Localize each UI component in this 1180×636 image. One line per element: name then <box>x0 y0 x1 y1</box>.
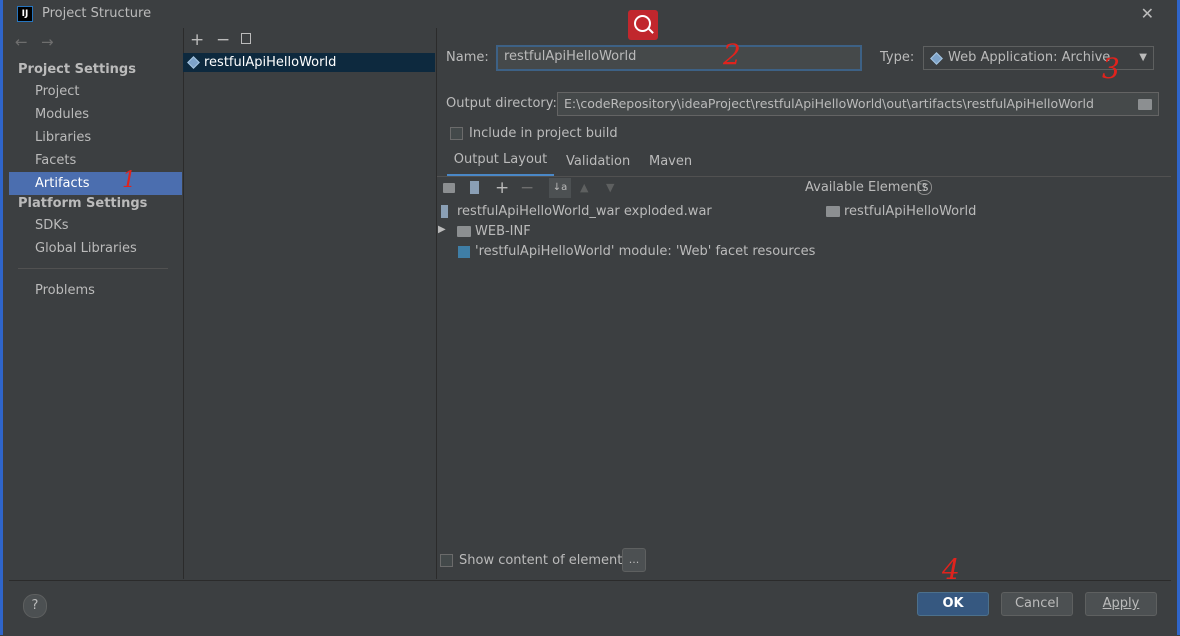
ellipsis-button[interactable]: ... <box>622 548 646 572</box>
layout-tree-item-facet-resources[interactable]: 'restfulApiHelloWorld' module: 'Web' fac… <box>475 244 815 259</box>
sidebar-item-facets[interactable]: Facets <box>35 153 76 168</box>
web-app-icon <box>930 52 943 65</box>
move-up-icon[interactable]: ▲ <box>580 181 588 194</box>
annotation-3: 3 <box>1102 52 1120 85</box>
new-directory-icon[interactable] <box>443 183 455 193</box>
dialog-footer <box>9 580 1171 636</box>
cancel-button[interactable]: Cancel <box>1001 592 1073 616</box>
annotation-4: 4 <box>942 553 960 586</box>
platform-settings-header: Platform Settings <box>18 196 148 211</box>
include-build-label: Include in project build <box>469 126 618 141</box>
sidebar-divider <box>18 268 168 269</box>
sidebar-item-project[interactable]: Project <box>35 84 79 99</box>
output-dir-input[interactable]: E:\codeRepository\ideaProject\restfulApi… <box>557 92 1159 116</box>
tabs-divider <box>437 176 1171 177</box>
available-item-module[interactable]: restfulApiHelloWorld <box>844 204 976 219</box>
module-folder-icon <box>826 206 840 217</box>
copy-icon[interactable] <box>241 33 251 44</box>
annotation-1: 1 <box>122 168 136 193</box>
help-icon[interactable]: ? <box>917 180 932 195</box>
tab-validation[interactable]: Validation <box>566 154 630 169</box>
project-settings-header: Project Settings <box>18 62 136 77</box>
sort-icon[interactable]: ↓a <box>549 178 571 198</box>
add-artifact-button[interactable]: + <box>190 30 204 50</box>
folder-browse-icon[interactable] <box>1138 99 1152 110</box>
search-icon[interactable] <box>628 10 658 40</box>
ok-button[interactable]: OK <box>917 592 989 616</box>
sidebar-item-global-libraries[interactable]: Global Libraries <box>35 241 137 256</box>
type-label: Type: <box>880 50 915 65</box>
annotation-2: 2 <box>723 38 741 71</box>
show-content-checkbox[interactable] <box>440 554 453 567</box>
web-resources-icon <box>458 246 470 258</box>
artifacts-panel <box>183 28 437 579</box>
sidebar-item-problems[interactable]: Problems <box>35 283 95 298</box>
chevron-down-icon: ▼ <box>1139 52 1147 63</box>
sidebar-item-sdks[interactable]: SDKs <box>35 218 69 233</box>
layout-tree-item-war[interactable]: restfulApiHelloWorld_war exploded.war <box>457 204 712 219</box>
add-element-button[interactable]: + <box>495 178 509 198</box>
layout-tree-item-web-inf[interactable]: WEB-INF <box>475 224 531 239</box>
web-artifact-icon <box>187 56 200 69</box>
remove-element-button[interactable]: − <box>520 178 534 198</box>
output-dir-label: Output directory: <box>446 96 557 111</box>
sidebar-item-modules[interactable]: Modules <box>35 107 89 122</box>
move-down-icon[interactable]: ▼ <box>606 181 614 194</box>
name-label: Name: <box>446 50 489 65</box>
artifact-tree-item[interactable]: restfulApiHelloWorld <box>183 53 435 72</box>
war-archive-icon <box>441 205 448 218</box>
help-button[interactable]: ? <box>23 594 47 618</box>
arrow-left-icon[interactable]: ← <box>15 33 28 51</box>
sidebar-item-libraries[interactable]: Libraries <box>35 130 91 145</box>
folder-icon <box>457 226 471 237</box>
arrow-right-icon[interactable]: → <box>41 33 54 51</box>
sidebar-item-artifacts[interactable]: Artifacts <box>9 172 182 195</box>
sidebar-item-label: Artifacts <box>35 176 90 191</box>
close-icon[interactable]: ✕ <box>1141 4 1154 23</box>
tab-maven[interactable]: Maven <box>649 154 692 169</box>
include-build-checkbox[interactable] <box>450 127 463 140</box>
intellij-icon: IJ <box>17 6 33 22</box>
available-elements-label: Available Elements <box>805 180 929 195</box>
archive-icon[interactable] <box>470 181 479 194</box>
tab-output-layout[interactable]: Output Layout <box>447 152 554 177</box>
show-content-label: Show content of elements <box>459 553 630 568</box>
apply-button[interactable]: Apply <box>1085 592 1157 616</box>
window-title: Project Structure <box>42 6 152 21</box>
type-select-value: Web Application: Archive <box>948 50 1111 65</box>
title-bar <box>0 0 1180 28</box>
name-input[interactable]: restfulApiHelloWorld <box>496 45 862 71</box>
artifact-tree-label: restfulApiHelloWorld <box>204 55 337 70</box>
remove-artifact-button[interactable]: − <box>216 30 230 50</box>
expand-arrow-icon[interactable]: ▶ <box>438 224 446 235</box>
